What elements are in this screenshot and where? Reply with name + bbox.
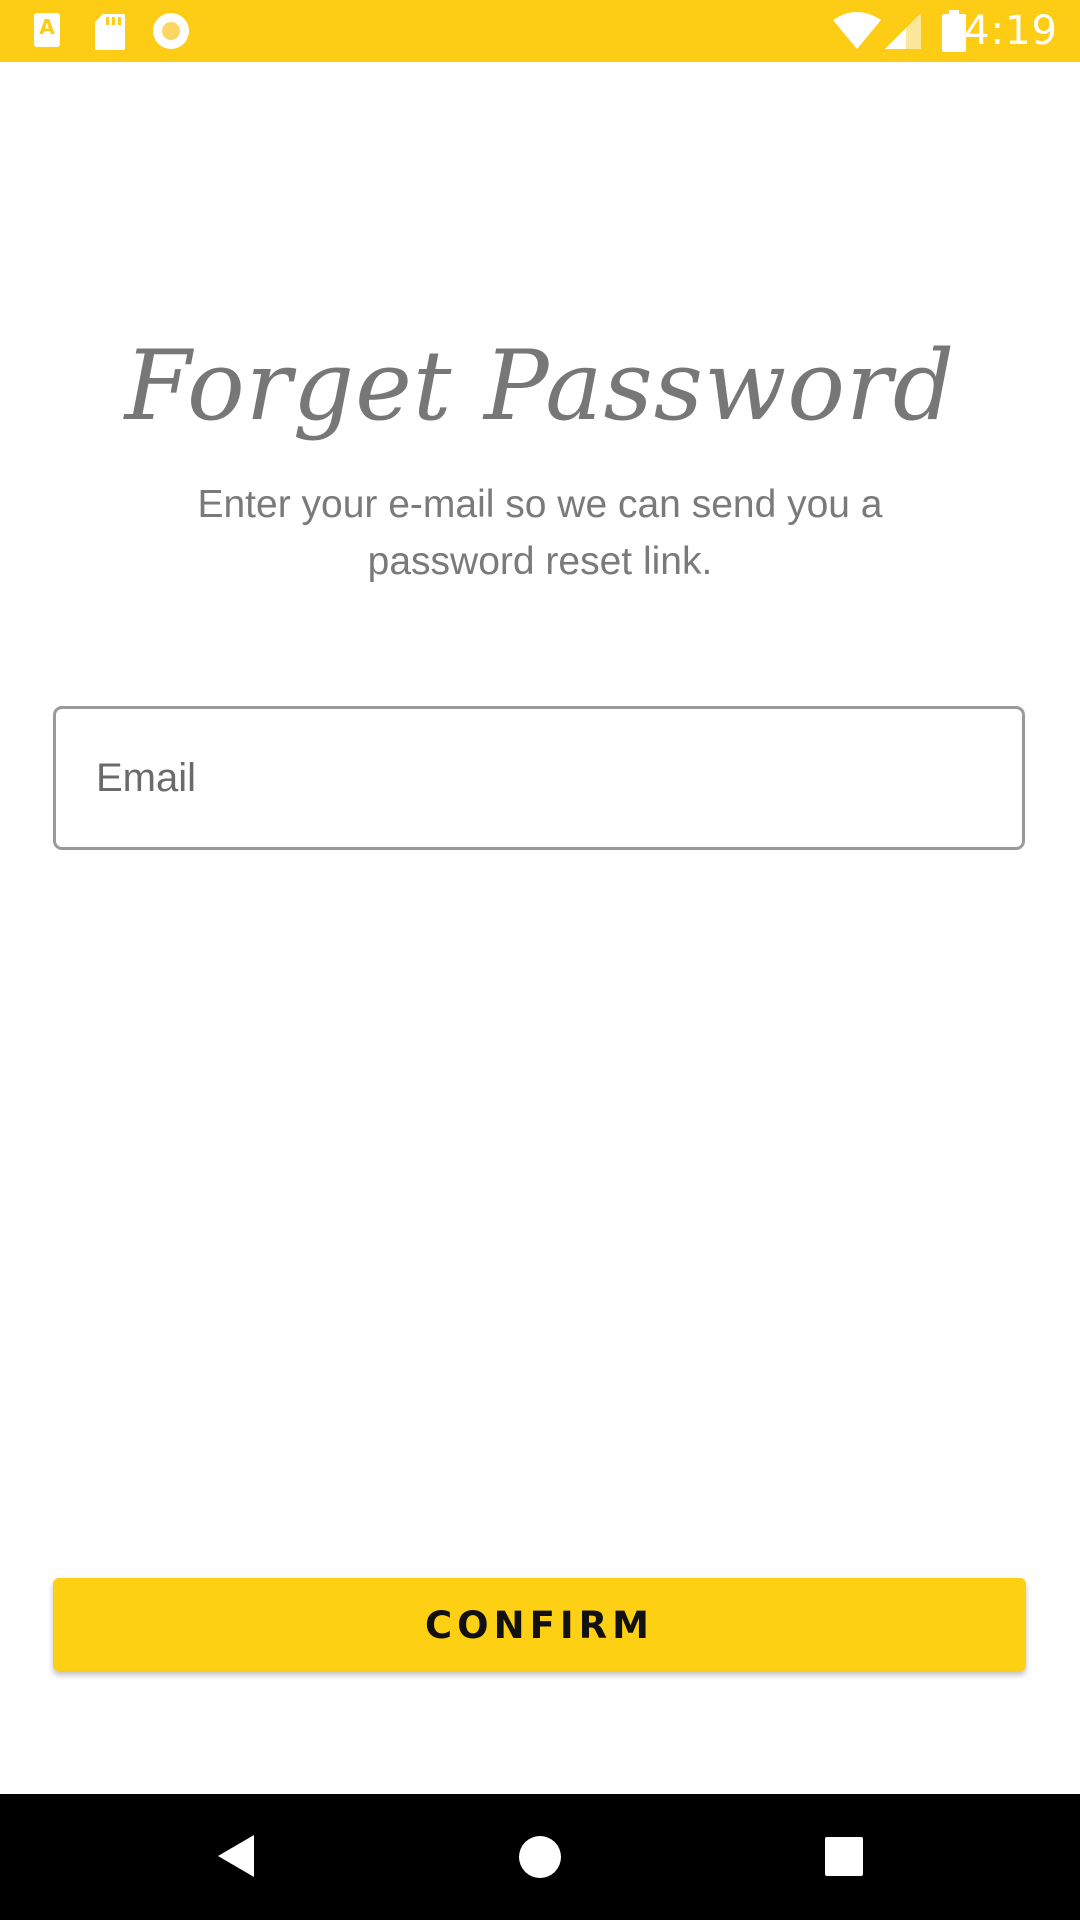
email-input[interactable]: [96, 709, 976, 847]
home-icon[interactable]: [480, 1794, 600, 1920]
status-bar: A 4:19: [0, 0, 1080, 62]
page-title: Forget Password: [124, 330, 956, 442]
navigation-bar: [0, 1794, 1080, 1920]
cell-signal-icon: [885, 13, 921, 49]
status-time: 4:19: [964, 8, 1058, 54]
confirm-button[interactable]: CONFIRM: [53, 1578, 1026, 1671]
recents-icon[interactable]: [784, 1794, 904, 1920]
page-subtitle: Enter your e-mail so we can send you a p…: [197, 483, 883, 583]
battery-icon: [942, 10, 966, 52]
back-icon[interactable]: [175, 1794, 295, 1920]
forget-password-screen: A 4:19 Forget Password Enter your e-mail…: [0, 0, 1080, 1920]
email-field[interactable]: [53, 706, 1025, 850]
wifi-icon: [833, 12, 881, 49]
sd-card-icon: [95, 14, 125, 50]
a-notification-icon: A: [34, 13, 60, 47]
circle-notification-icon: [153, 13, 189, 49]
